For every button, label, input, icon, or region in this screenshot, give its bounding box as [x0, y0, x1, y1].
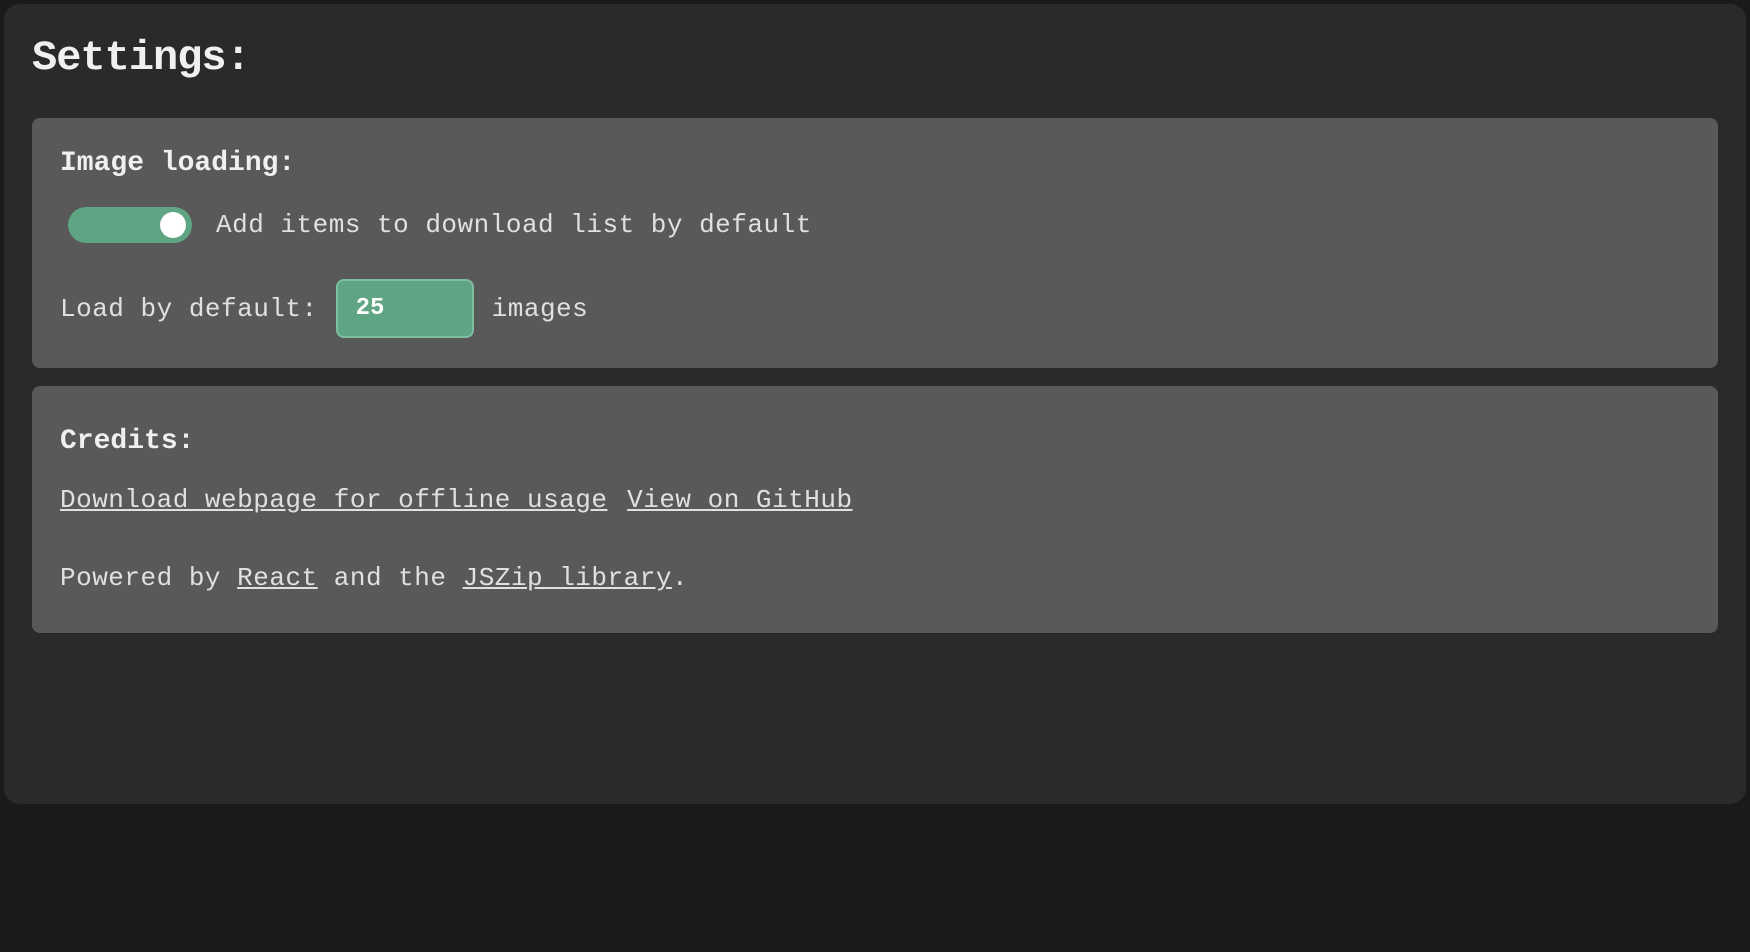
- image-loading-heading: Image loading:: [60, 148, 1690, 179]
- image-loading-panel: Image loading: Add items to download lis…: [32, 118, 1718, 368]
- view-github-link[interactable]: View on GitHub: [627, 485, 852, 515]
- credits-links-row: Download webpage for offline usage View …: [60, 485, 1690, 515]
- load-default-row: Load by default: images: [60, 279, 1690, 338]
- credits-panel: Credits: Download webpage for offline us…: [32, 386, 1718, 633]
- download-offline-link[interactable]: Download webpage for offline usage: [60, 485, 608, 515]
- jszip-link[interactable]: JSZip library: [463, 563, 672, 593]
- toggle-row: Add items to download list by default: [60, 207, 1690, 243]
- toggle-label: Add items to download list by default: [216, 210, 812, 240]
- load-default-input[interactable]: [336, 279, 474, 338]
- settings-container: Settings: Image loading: Add items to do…: [4, 4, 1746, 804]
- powered-suffix: .: [672, 563, 688, 593]
- toggle-knob-icon: [160, 212, 186, 238]
- credits-heading: Credits:: [60, 426, 1690, 457]
- add-items-toggle[interactable]: [68, 207, 192, 243]
- load-default-prefix: Load by default:: [60, 294, 318, 324]
- powered-prefix: Powered by: [60, 563, 237, 593]
- react-link[interactable]: React: [237, 563, 318, 593]
- powered-middle: and the: [318, 563, 463, 593]
- load-default-suffix: images: [492, 294, 589, 324]
- powered-by-text: Powered by React and the JSZip library.: [60, 563, 1690, 593]
- page-title: Settings:: [32, 34, 1718, 82]
